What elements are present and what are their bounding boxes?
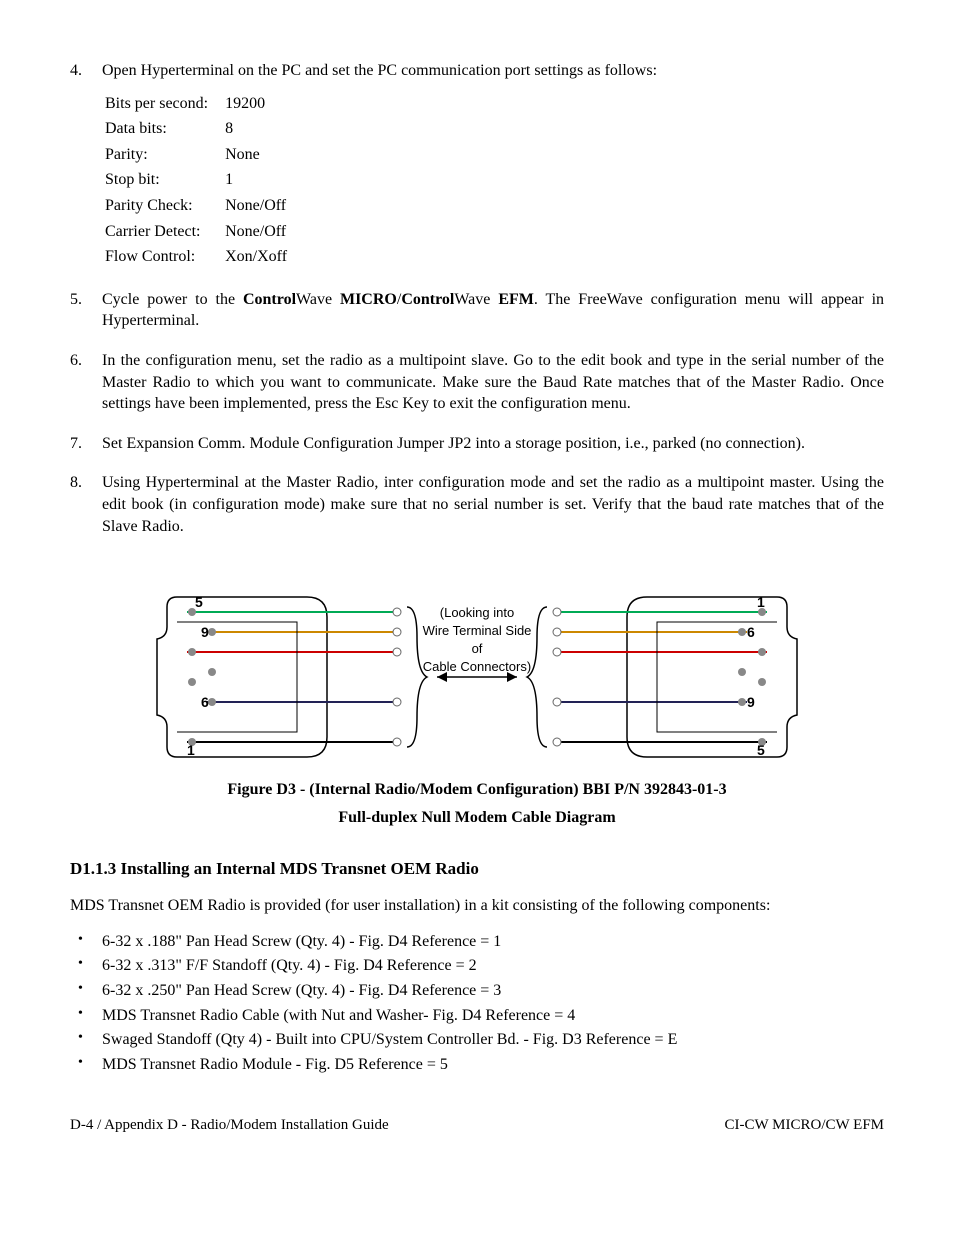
text-bold: Control	[243, 291, 296, 308]
step-6: 6. In the configuration menu, set the ra…	[70, 350, 884, 415]
setting-label: Parity:	[104, 143, 222, 167]
setting-row: Stop bit:1	[104, 168, 301, 192]
setting-value: 1	[224, 168, 301, 192]
text-bold: MICRO	[340, 291, 397, 308]
step-4: 4. Open Hyperterminal on the PC and set …	[70, 60, 884, 82]
text-fragment: Cycle power to the	[102, 291, 243, 308]
setting-label: Carrier Detect:	[104, 220, 222, 244]
step-7: 7. Set Expansion Comm. Module Configurat…	[70, 433, 884, 455]
component-list: 6-32 x .188" Pan Head Screw (Qty. 4) - F…	[70, 931, 884, 1076]
text-fragment: Wave	[454, 291, 498, 308]
step-5-text: Cycle power to the ControlWave MICRO/Con…	[102, 289, 884, 332]
figure-d3: 5 9 6 1 1 6 9 5 (Looking into Wire Termi…	[70, 587, 884, 828]
setting-value: None/Off	[224, 220, 301, 244]
svg-text:Cable Connectors): Cable Connectors)	[423, 659, 531, 674]
text-bold: Control	[401, 291, 454, 308]
svg-text:6: 6	[747, 624, 755, 640]
figure-caption-line1: Figure D3 - (Internal Radio/Modem Config…	[70, 779, 884, 801]
svg-text:Wire Terminal Side: Wire Terminal Side	[423, 623, 532, 638]
footer-left: D-4 / Appendix D - Radio/Modem Installat…	[70, 1115, 389, 1135]
pin-label: 5	[195, 594, 203, 610]
step-8: 8. Using Hyperterminal at the Master Rad…	[70, 472, 884, 537]
step-7-text: Set Expansion Comm. Module Configuration…	[102, 433, 884, 455]
text-bold: EFM	[498, 291, 534, 308]
svg-text:of: of	[472, 641, 483, 656]
text-fragment: Wave	[296, 291, 340, 308]
setting-row: Bits per second:19200	[104, 92, 301, 116]
list-item: 6-32 x .313" F/F Standoff (Qty. 4) - Fig…	[70, 955, 884, 977]
list-item: MDS Transnet Radio Cable (with Nut and W…	[70, 1005, 884, 1027]
list-item: 6-32 x .188" Pan Head Screw (Qty. 4) - F…	[70, 931, 884, 953]
step-6-num: 6.	[70, 350, 102, 415]
setting-row: Data bits:8	[104, 117, 301, 141]
setting-value: Xon/Xoff	[224, 245, 301, 269]
section-intro: MDS Transnet OEM Radio is provided (for …	[70, 895, 884, 917]
svg-text:1: 1	[757, 594, 765, 610]
step-5: 5. Cycle power to the ControlWave MICRO/…	[70, 289, 884, 332]
step-7-num: 7.	[70, 433, 102, 455]
list-item: 6-32 x .250" Pan Head Screw (Qty. 4) - F…	[70, 980, 884, 1002]
step-4-text: Open Hyperterminal on the PC and set the…	[102, 60, 884, 82]
setting-label: Parity Check:	[104, 194, 222, 218]
comm-settings-table: Bits per second:19200 Data bits:8 Parity…	[102, 90, 303, 271]
cable-diagram: 5 9 6 1 1 6 9 5 (Looking into Wire Termi…	[117, 587, 837, 767]
step-4-num: 4.	[70, 60, 102, 82]
svg-text:5: 5	[757, 742, 765, 758]
diagram-text: (Looking into	[440, 605, 514, 620]
step-6-text: In the configuration menu, set the radio…	[102, 350, 884, 415]
step-5-num: 5.	[70, 289, 102, 332]
step-8-num: 8.	[70, 472, 102, 537]
setting-label: Bits per second:	[104, 92, 222, 116]
page-footer: D-4 / Appendix D - Radio/Modem Installat…	[70, 1115, 884, 1135]
svg-text:9: 9	[747, 694, 755, 710]
svg-text:6: 6	[201, 694, 209, 710]
footer-right: CI-CW MICRO/CW EFM	[725, 1115, 884, 1135]
setting-value: 8	[224, 117, 301, 141]
figure-caption-line2: Full-duplex Null Modem Cable Diagram	[70, 807, 884, 829]
setting-label: Data bits:	[104, 117, 222, 141]
list-item: MDS Transnet Radio Module - Fig. D5 Refe…	[70, 1054, 884, 1076]
svg-text:1: 1	[187, 742, 195, 758]
setting-label: Flow Control:	[104, 245, 222, 269]
setting-row: Parity Check:None/Off	[104, 194, 301, 218]
setting-label: Stop bit:	[104, 168, 222, 192]
svg-text:9: 9	[201, 624, 209, 640]
step-8-text: Using Hyperterminal at the Master Radio,…	[102, 472, 884, 537]
setting-value: None/Off	[224, 194, 301, 218]
setting-row: Parity:None	[104, 143, 301, 167]
setting-value: 19200	[224, 92, 301, 116]
setting-row: Flow Control:Xon/Xoff	[104, 245, 301, 269]
section-heading: D1.1.3 Installing an Internal MDS Transn…	[70, 858, 884, 881]
setting-row: Carrier Detect:None/Off	[104, 220, 301, 244]
list-item: Swaged Standoff (Qty 4) - Built into CPU…	[70, 1029, 884, 1051]
setting-value: None	[224, 143, 301, 167]
